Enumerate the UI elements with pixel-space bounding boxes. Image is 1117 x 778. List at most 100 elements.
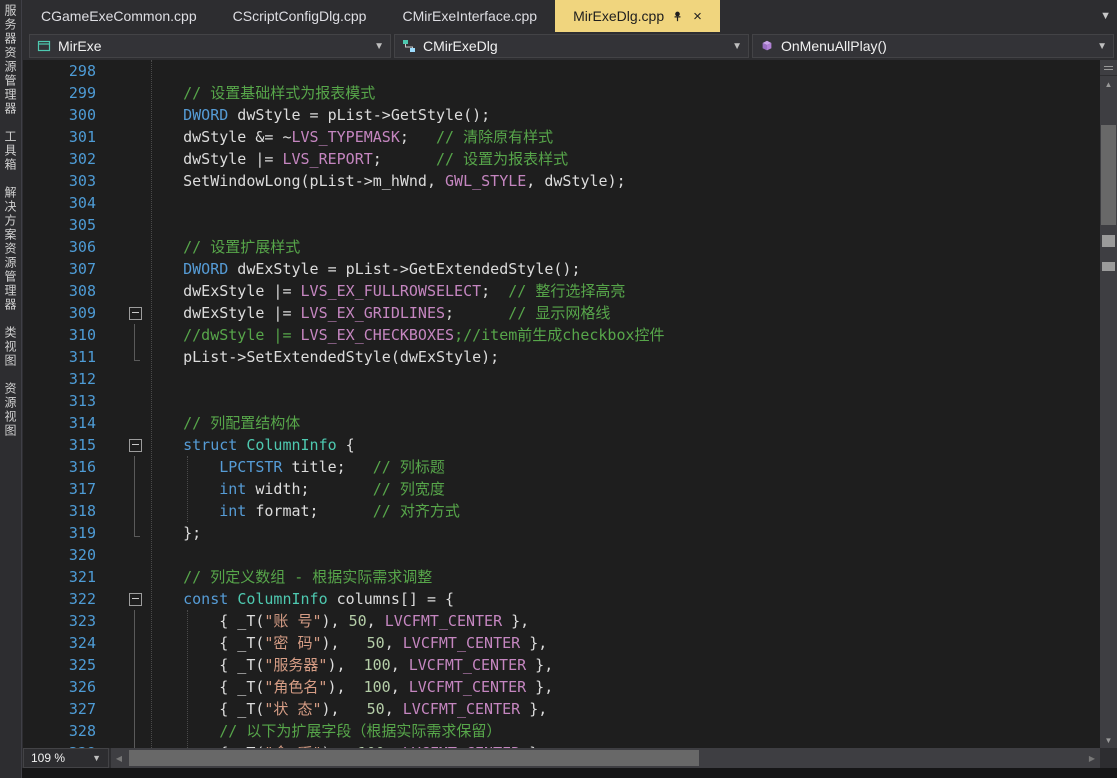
code-line[interactable]: 300 DWORD dwStyle = pList->GetStyle();: [23, 104, 1100, 126]
fold-collapse-icon[interactable]: [129, 307, 142, 320]
line-number[interactable]: 313: [23, 390, 96, 412]
code-line[interactable]: 306 // 设置扩展样式: [23, 236, 1100, 258]
code-line[interactable]: 314 // 列配置结构体: [23, 412, 1100, 434]
code-line[interactable]: 324 { _T("密 码"), 50, LVCFMT_CENTER },: [23, 632, 1100, 654]
fold-collapse-icon[interactable]: [129, 593, 142, 606]
line-number[interactable]: 315: [23, 434, 96, 456]
selection-margin: [96, 654, 126, 676]
line-number[interactable]: 318: [23, 500, 96, 522]
fold-collapse-icon[interactable]: [129, 439, 142, 452]
vertical-scrollbar[interactable]: ▲ ▼: [1100, 60, 1117, 748]
code-line[interactable]: 303 SetWindowLong(pList->m_hWnd, GWL_STY…: [23, 170, 1100, 192]
line-number[interactable]: 328: [23, 720, 96, 742]
code-line[interactable]: 320: [23, 544, 1100, 566]
code-line[interactable]: 307 DWORD dwExStyle = pList->GetExtended…: [23, 258, 1100, 280]
document-tab[interactable]: MirExeDlg.cpp×: [555, 0, 720, 32]
line-number[interactable]: 304: [23, 192, 96, 214]
dropdown-label: MirExe: [58, 38, 367, 54]
horizontal-scrollbar[interactable]: ◀ ▶: [111, 748, 1100, 768]
code-line[interactable]: 304: [23, 192, 1100, 214]
code-line[interactable]: 298: [23, 60, 1100, 82]
line-number[interactable]: 301: [23, 126, 96, 148]
line-number[interactable]: 324: [23, 632, 96, 654]
line-number[interactable]: 303: [23, 170, 96, 192]
code-line[interactable]: 299 // 设置基础样式为报表模式: [23, 82, 1100, 104]
horizontal-scrollbar-thumb[interactable]: [129, 750, 699, 766]
code-line[interactable]: 328 // 以下为扩展字段（根据实际需求保留）: [23, 720, 1100, 742]
line-number[interactable]: 309: [23, 302, 96, 324]
vertical-scrollbar-thumb[interactable]: [1101, 125, 1116, 225]
line-number[interactable]: 326: [23, 676, 96, 698]
code-line[interactable]: 318 int format; // 对齐方式: [23, 500, 1100, 522]
line-number[interactable]: 312: [23, 368, 96, 390]
code-line[interactable]: 326 { _T("角色名"), 100, LVCFMT_CENTER },: [23, 676, 1100, 698]
zoom-value: 109 %: [31, 751, 65, 765]
line-number[interactable]: 317: [23, 478, 96, 500]
line-number[interactable]: 300: [23, 104, 96, 126]
code-editor[interactable]: 298299 // 设置基础样式为报表模式300 DWORD dwStyle =…: [23, 60, 1100, 748]
line-number[interactable]: 308: [23, 280, 96, 302]
tab-overflow-chevron-icon[interactable]: ▼: [1100, 0, 1111, 32]
member-dropdown[interactable]: OnMenuAllPlay()▼: [752, 34, 1114, 58]
tool-window-tab[interactable]: 类视图: [2, 326, 19, 368]
scroll-left-arrow-icon[interactable]: ◀: [111, 748, 127, 768]
line-number[interactable]: 327: [23, 698, 96, 720]
code-line[interactable]: 322 const ColumnInfo columns[] = {: [23, 588, 1100, 610]
vertical-scrollbar-track[interactable]: [1100, 92, 1117, 732]
line-number[interactable]: 302: [23, 148, 96, 170]
line-number[interactable]: 305: [23, 214, 96, 236]
code-text: //dwStyle |= LVS_EX_CHECKBOXES;//item前生成…: [144, 324, 665, 346]
scroll-right-arrow-icon[interactable]: ▶: [1084, 748, 1100, 768]
line-number[interactable]: 298: [23, 60, 96, 82]
scroll-down-arrow-icon[interactable]: ▼: [1100, 732, 1117, 748]
close-icon[interactable]: ×: [693, 9, 702, 24]
splitter-grip[interactable]: [1100, 60, 1117, 76]
zoom-select[interactable]: 109 % ▼: [23, 748, 109, 768]
fold-margin: [126, 214, 144, 236]
line-number[interactable]: 311: [23, 346, 96, 368]
line-number[interactable]: 319: [23, 522, 96, 544]
project-dropdown[interactable]: MirExe▼: [29, 34, 391, 58]
code-line[interactable]: 321 // 列定义数组 - 根据实际需求调整: [23, 566, 1100, 588]
code-line[interactable]: 313: [23, 390, 1100, 412]
tool-window-tab[interactable]: 服务器资源管理器: [2, 4, 19, 116]
document-tab[interactable]: CMirExeInterface.cpp: [384, 0, 555, 32]
code-line[interactable]: 319 };: [23, 522, 1100, 544]
line-number[interactable]: 310: [23, 324, 96, 346]
tool-window-tab[interactable]: 资源视图: [2, 382, 19, 438]
document-tab[interactable]: CScriptConfigDlg.cpp: [215, 0, 385, 32]
selection-margin: [96, 236, 126, 258]
code-line[interactable]: 310 //dwStyle |= LVS_EX_CHECKBOXES;//ite…: [23, 324, 1100, 346]
document-tab[interactable]: CGameExeCommon.cpp: [23, 0, 215, 32]
line-number[interactable]: 322: [23, 588, 96, 610]
code-line[interactable]: 312: [23, 368, 1100, 390]
line-number[interactable]: 299: [23, 82, 96, 104]
line-number[interactable]: 320: [23, 544, 96, 566]
line-number[interactable]: 321: [23, 566, 96, 588]
line-number[interactable]: 307: [23, 258, 96, 280]
code-line[interactable]: 308 dwExStyle |= LVS_EX_FULLROWSELECT; /…: [23, 280, 1100, 302]
scroll-up-arrow-icon[interactable]: ▲: [1100, 76, 1117, 92]
code-line[interactable]: 323 { _T("账 号"), 50, LVCFMT_CENTER },: [23, 610, 1100, 632]
code-line[interactable]: 305: [23, 214, 1100, 236]
tool-window-tab[interactable]: 工具箱: [2, 130, 19, 172]
line-number[interactable]: 306: [23, 236, 96, 258]
code-line[interactable]: 311 pList->SetExtendedStyle(dwExStyle);: [23, 346, 1100, 368]
pin-icon[interactable]: [671, 10, 684, 23]
line-number[interactable]: 323: [23, 610, 96, 632]
code-line[interactable]: 309 dwExStyle |= LVS_EX_GRIDLINES; // 显示…: [23, 302, 1100, 324]
code-line[interactable]: 301 dwStyle &= ~LVS_TYPEMASK; // 清除原有样式: [23, 126, 1100, 148]
class-dropdown[interactable]: CMirExeDlg▼: [394, 34, 749, 58]
line-number[interactable]: 325: [23, 654, 96, 676]
fold-margin: [126, 544, 144, 566]
line-number[interactable]: 316: [23, 456, 96, 478]
code-line[interactable]: 316 LPCTSTR title; // 列标题: [23, 456, 1100, 478]
tool-window-tab[interactable]: 解决方案资源管理器: [2, 186, 19, 312]
line-number[interactable]: 314: [23, 412, 96, 434]
code-line[interactable]: 317 int width; // 列宽度: [23, 478, 1100, 500]
code-line[interactable]: 327 { _T("状 态"), 50, LVCFMT_CENTER },: [23, 698, 1100, 720]
code-line[interactable]: 302 dwStyle |= LVS_REPORT; // 设置为报表样式: [23, 148, 1100, 170]
code-line[interactable]: 315 struct ColumnInfo {: [23, 434, 1100, 456]
code-line[interactable]: 325 { _T("服务器"), 100, LVCFMT_CENTER },: [23, 654, 1100, 676]
fold-margin: [126, 720, 144, 742]
